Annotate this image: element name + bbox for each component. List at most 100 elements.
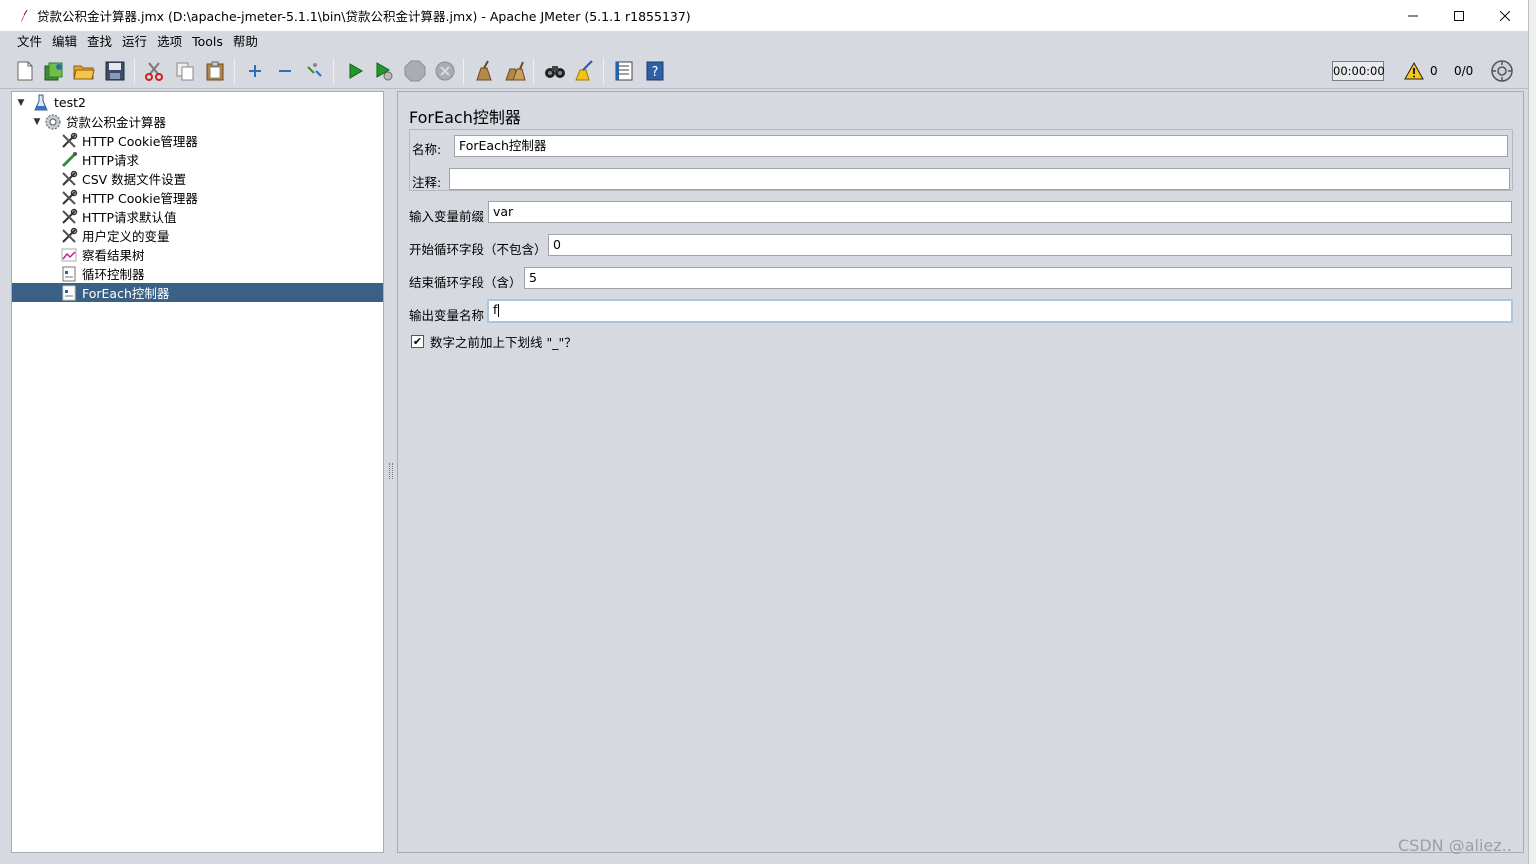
menu-file[interactable]: 文件 <box>12 31 47 53</box>
clear-icon[interactable] <box>472 59 496 83</box>
toolbar-separator <box>603 58 604 84</box>
toggle-icon[interactable] <box>303 59 327 83</box>
name-input[interactable]: ForEach控制器 <box>454 135 1508 157</box>
input-prefix-input[interactable]: var <box>488 201 1512 223</box>
tree-node-label: 循环控制器 <box>82 267 145 282</box>
divider-grip[interactable] <box>389 463 393 479</box>
underscore-checkbox[interactable]: ✔ <box>411 335 424 348</box>
output-variable-value: f <box>493 302 498 317</box>
open-folder-icon[interactable] <box>72 59 96 83</box>
close-button[interactable] <box>1482 0 1528 31</box>
shutdown-icon[interactable] <box>433 59 457 83</box>
tree-node-csv-data-set[interactable]: CSV 数据文件设置 <box>12 169 383 188</box>
window-edge <box>1528 0 1536 864</box>
menu-help[interactable]: 帮助 <box>228 31 263 53</box>
clear-all-icon[interactable] <box>503 59 527 83</box>
window-title: 贷款公积金计算器.jmx (D:\apache-jmeter-5.1.1\bin… <box>37 9 691 24</box>
tree-node-cookie-manager-2[interactable]: HTTP Cookie管理器 <box>12 188 383 207</box>
remote-status-icon <box>1490 59 1514 83</box>
toolbar: ? 00:00:00 0 0/0 <box>0 53 1528 89</box>
paste-icon[interactable] <box>203 59 227 83</box>
tree-node-user-variables[interactable]: 用户定义的变量 <box>12 226 383 245</box>
title-bar: 贷款公积金计算器.jmx (D:\apache-jmeter-5.1.1\bin… <box>0 0 1528 31</box>
start-index-input[interactable]: 0 <box>548 234 1512 256</box>
controller-doc-icon <box>60 284 78 302</box>
tree-node-label: ForEach控制器 <box>82 286 170 301</box>
thread-count: 0/0 <box>1454 64 1474 78</box>
test-plan-tree[interactable]: ▼ test2 ▼ 贷款公积金计算器 HTTP Cookie管理器 HTTP请求… <box>11 91 384 853</box>
templates-icon[interactable] <box>42 59 66 83</box>
tree-node-label: 察看结果树 <box>82 248 145 263</box>
status-bar <box>0 855 1528 864</box>
toolbar-separator <box>333 58 334 84</box>
test-plan-icon <box>32 94 50 112</box>
reset-search-icon[interactable] <box>573 59 597 83</box>
config-tools-icon <box>60 170 78 188</box>
elapsed-timer: 00:00:00 <box>1332 61 1385 81</box>
collapse-toggle-icon[interactable]: ▼ <box>32 117 42 127</box>
tree-node-results-tree[interactable]: 察看结果树 <box>12 245 383 264</box>
search-binoculars-icon[interactable] <box>543 59 567 83</box>
maximize-button[interactable] <box>1436 0 1482 31</box>
panel-title: ForEach控制器 <box>409 108 521 127</box>
tree-node-foreach-controller[interactable]: ForEach控制器 <box>12 283 383 302</box>
tree-node-label: test2 <box>54 95 86 110</box>
save-icon[interactable] <box>103 59 127 83</box>
menu-tools[interactable]: Tools <box>187 31 228 53</box>
thread-group-gear-icon <box>44 113 62 131</box>
tree-node-http-request[interactable]: HTTP请求 <box>12 150 383 169</box>
start-no-timers-icon[interactable] <box>372 59 396 83</box>
tree-node-label: 贷款公积金计算器 <box>66 115 167 130</box>
tree-node-thread-group[interactable]: ▼ 贷款公积金计算器 <box>12 112 383 131</box>
expand-all-icon[interactable] <box>243 59 267 83</box>
tree-node-label: 用户定义的变量 <box>82 229 170 244</box>
menu-run[interactable]: 运行 <box>117 31 152 53</box>
end-index-input[interactable]: 5 <box>524 267 1512 289</box>
function-helper-icon[interactable] <box>612 59 636 83</box>
config-tools-icon <box>60 189 78 207</box>
tree-node-label: HTTP请求 <box>82 153 139 168</box>
underscore-label: 数字之前加上下划线 "_"？ <box>430 335 577 350</box>
tree-node-label: HTTP Cookie管理器 <box>82 191 198 206</box>
warning-indicator[interactable]: 0 <box>1404 60 1438 82</box>
listener-graph-icon <box>60 246 78 264</box>
comment-input[interactable] <box>449 168 1510 190</box>
toolbar-separator <box>533 58 534 84</box>
watermark: CSDN @aliez.. <box>1398 836 1512 855</box>
minimize-button[interactable] <box>1390 0 1436 31</box>
toolbar-separator <box>234 58 235 84</box>
help-icon[interactable]: ? <box>643 59 667 83</box>
start-index-label: 开始循环字段（不包含） <box>409 242 547 257</box>
comment-label: 注释: <box>412 175 442 190</box>
name-comment-group: 名称: ForEach控制器 注释: <box>409 129 1513 191</box>
config-tools-icon <box>60 227 78 245</box>
text-caret <box>498 304 500 317</box>
tree-node-cookie-manager[interactable]: HTTP Cookie管理器 <box>12 131 383 150</box>
sampler-pipette-icon <box>60 151 78 169</box>
menu-options[interactable]: 选项 <box>152 31 187 53</box>
underscore-option[interactable]: ✔ 数字之前加上下划线 "_"？ <box>411 332 577 351</box>
window-controls <box>1390 0 1528 31</box>
start-icon[interactable] <box>343 59 367 83</box>
tree-node-request-defaults[interactable]: HTTP请求默认值 <box>12 207 383 226</box>
svg-text:?: ? <box>652 65 659 80</box>
config-tools-icon <box>60 208 78 226</box>
tree-node-test-plan[interactable]: ▼ test2 <box>12 93 383 112</box>
toolbar-separator <box>134 58 135 84</box>
output-variable-label: 输出变量名称 <box>409 308 485 323</box>
tree-node-loop-controller[interactable]: 循环控制器 <box>12 264 383 283</box>
jmeter-feather-icon <box>17 8 31 24</box>
new-file-icon[interactable] <box>13 59 37 83</box>
toolbar-separator <box>463 58 464 84</box>
tree-node-label: HTTP Cookie管理器 <box>82 134 198 149</box>
collapse-toggle-icon[interactable]: ▼ <box>16 98 26 108</box>
name-label: 名称: <box>412 142 442 157</box>
end-index-label: 结束循环字段（含） <box>409 275 522 290</box>
copy-icon[interactable] <box>173 59 197 83</box>
menu-search[interactable]: 查找 <box>82 31 117 53</box>
stop-icon[interactable] <box>403 59 427 83</box>
collapse-all-icon[interactable] <box>273 59 297 83</box>
menu-edit[interactable]: 编辑 <box>47 31 82 53</box>
output-variable-input[interactable]: f <box>487 299 1513 323</box>
cut-icon[interactable] <box>142 59 166 83</box>
